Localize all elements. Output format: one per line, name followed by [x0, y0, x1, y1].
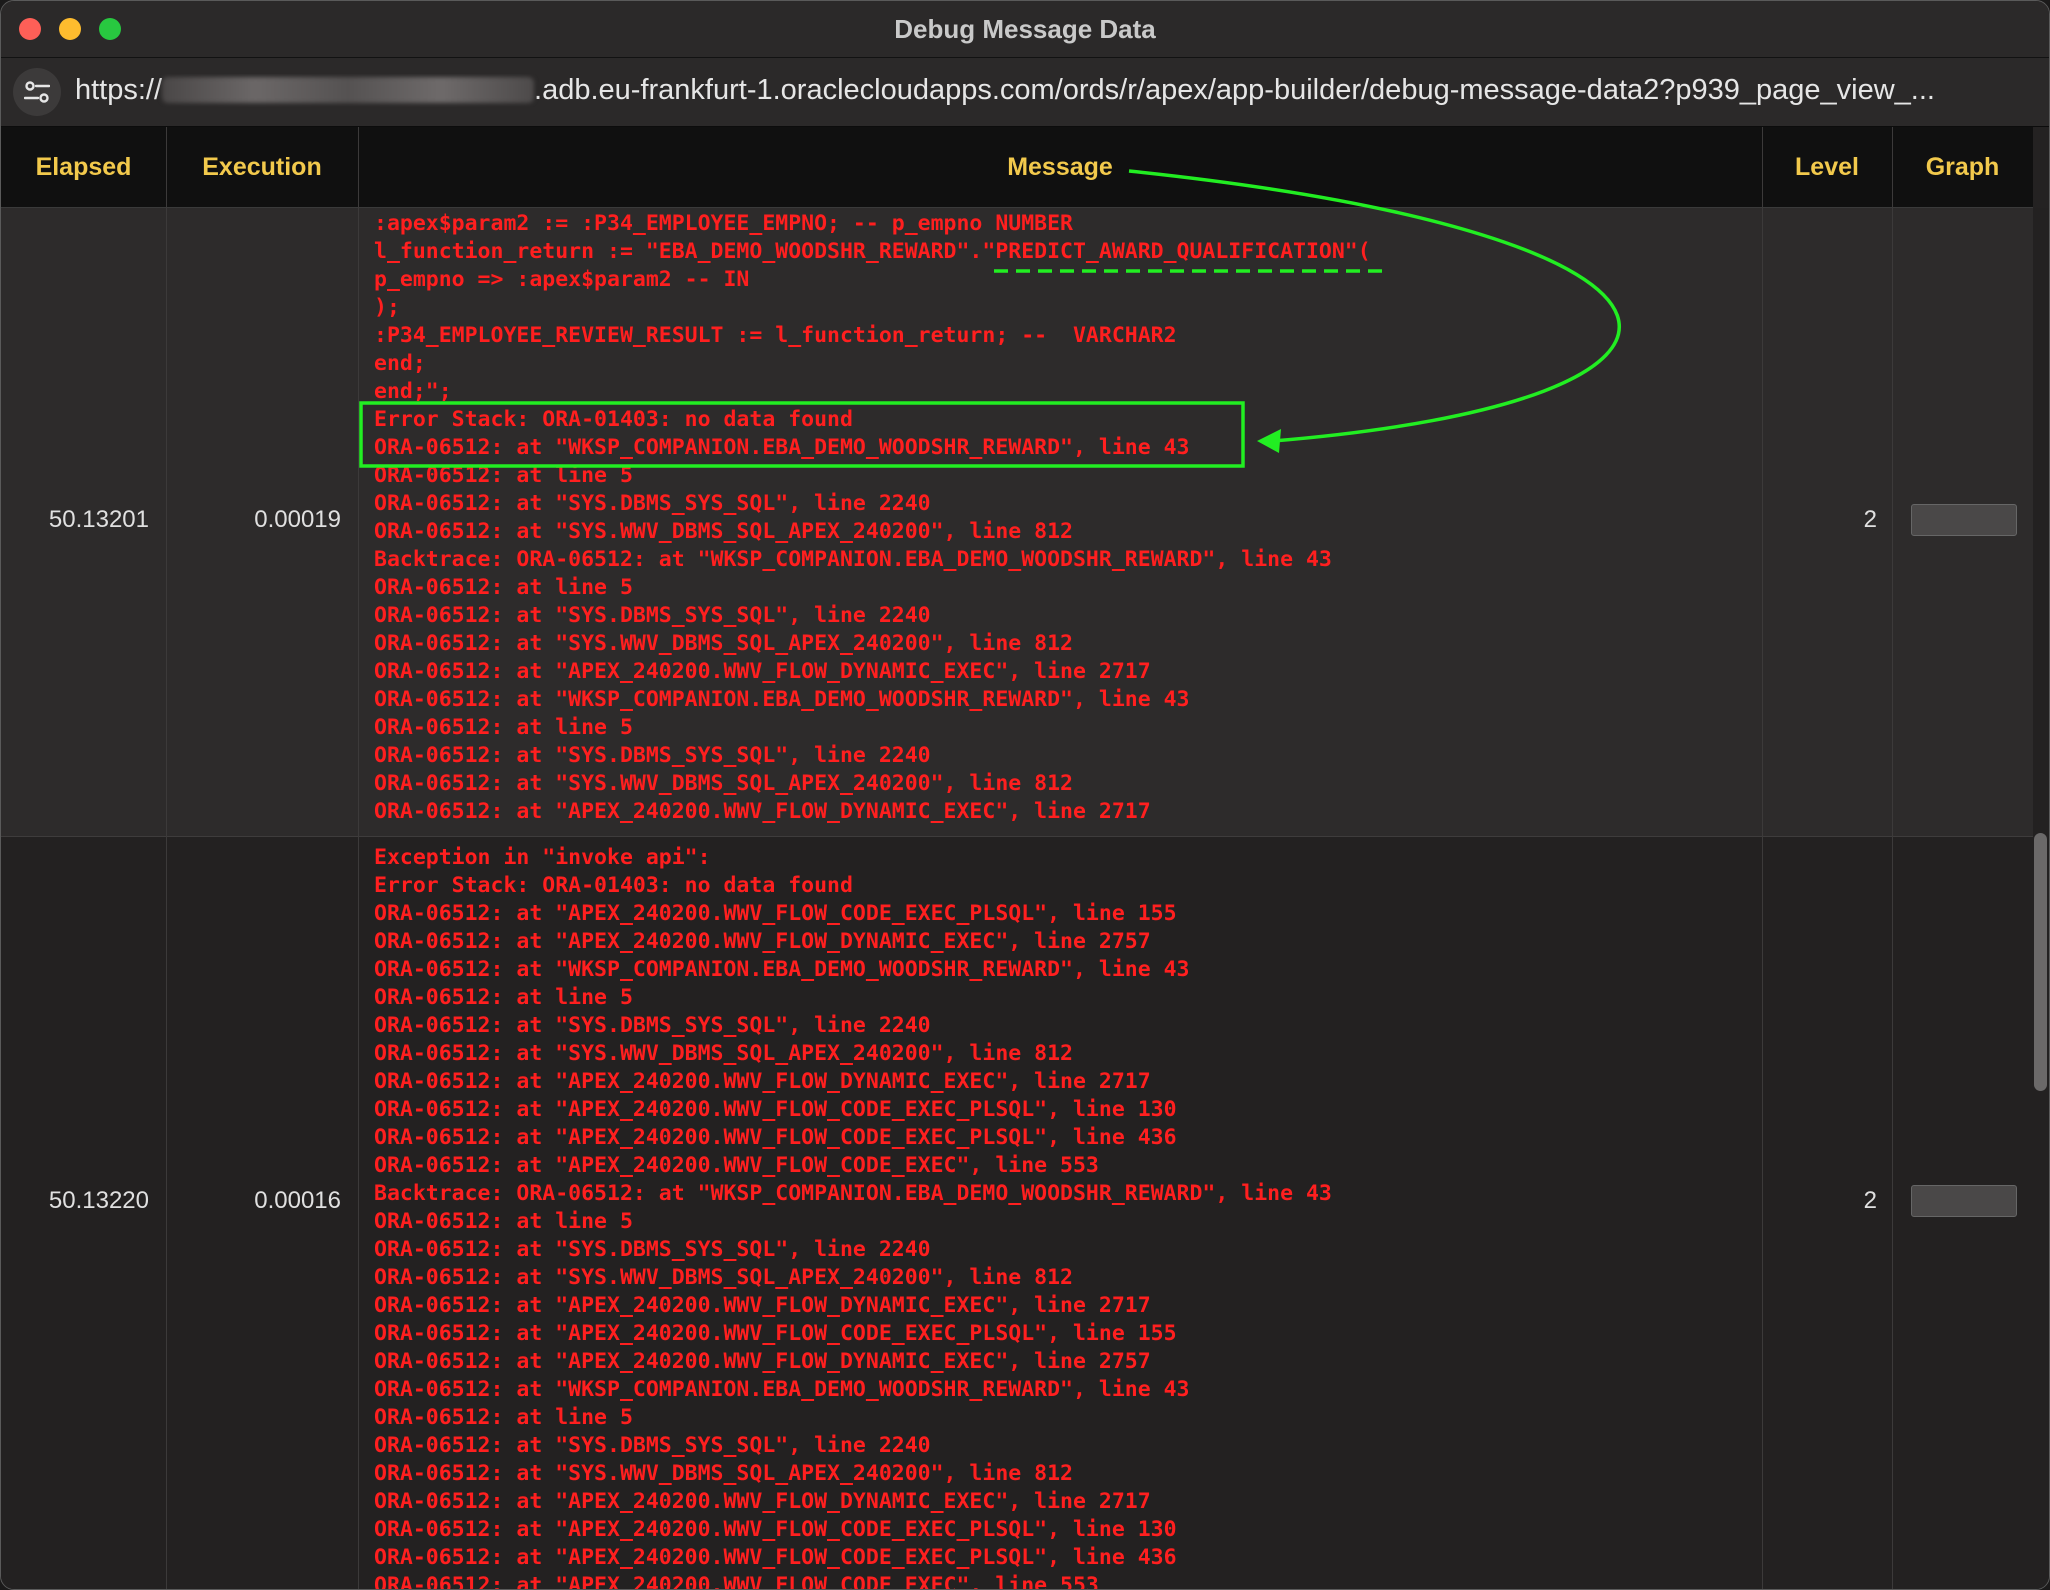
curved-arrow-annotation [1128, 169, 1621, 443]
highlight-box-annotation [359, 401, 1245, 468]
browser-window: Debug Message Data https://.adb.eu-frank… [0, 0, 2050, 1590]
annotation-overlay [359, 169, 1621, 468]
arrow-head-annotation [1257, 429, 1281, 453]
